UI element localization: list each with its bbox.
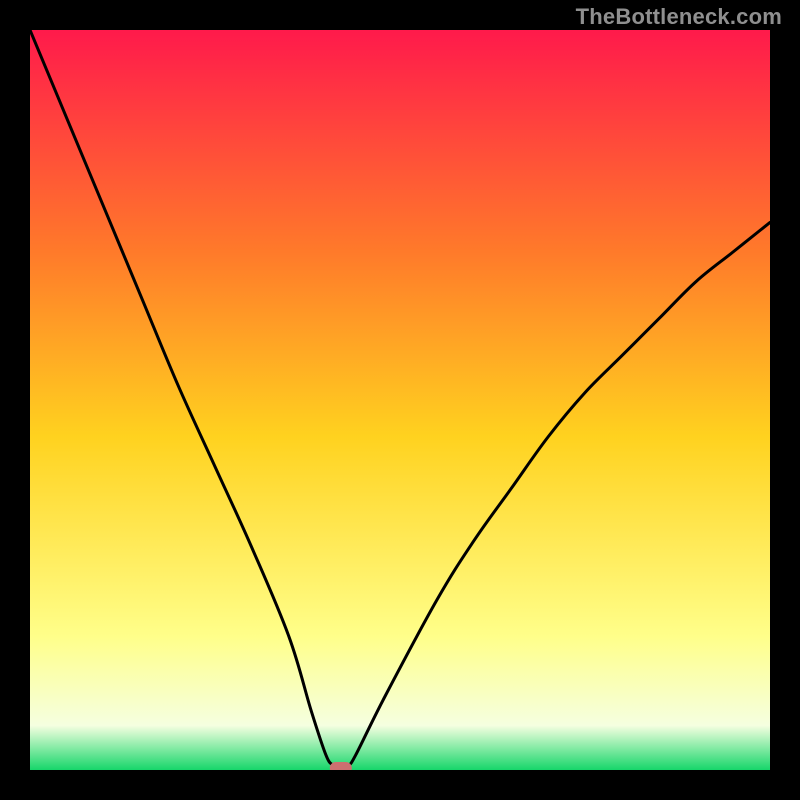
plot-area: [30, 30, 770, 770]
gradient-background: [30, 30, 770, 770]
optimal-point-marker: [330, 762, 352, 770]
chart-frame: TheBottleneck.com: [0, 0, 800, 800]
watermark-text: TheBottleneck.com: [576, 4, 782, 30]
bottleneck-chart-svg: [30, 30, 770, 770]
